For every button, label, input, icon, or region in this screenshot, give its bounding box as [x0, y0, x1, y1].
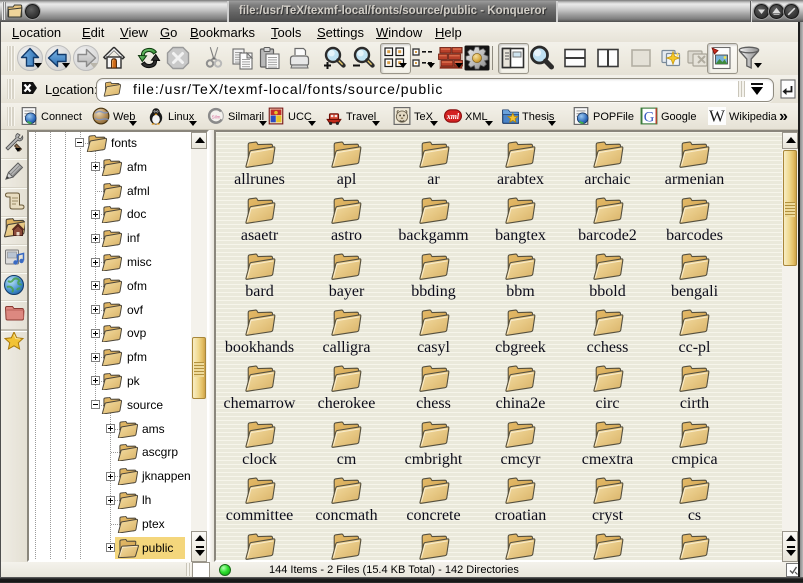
svg-text:Silm: Silm — [212, 114, 221, 119]
svg-text:xml: xml — [446, 112, 460, 121]
svg-text:W: W — [709, 107, 725, 125]
svg-text:G: G — [644, 110, 655, 125]
